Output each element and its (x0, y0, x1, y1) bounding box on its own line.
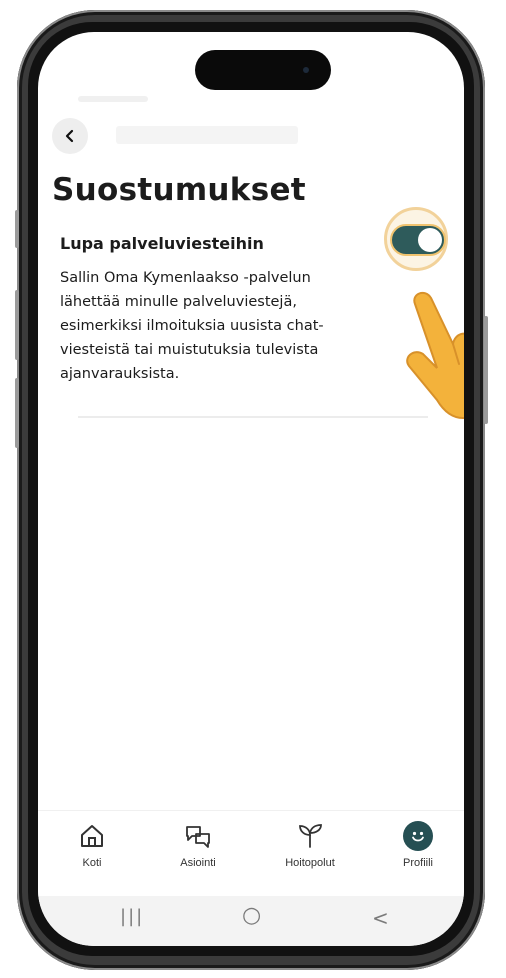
consent-description: Sallin Oma Kymenlaakso -palvelun lähettä… (60, 270, 324, 382)
volume-down-button (15, 378, 19, 448)
recents-button[interactable]: ||| (120, 906, 144, 927)
divider (78, 416, 428, 418)
nav-label-koti: Koti (82, 857, 102, 869)
service-messages-toggle[interactable] (390, 224, 446, 256)
chevron-left-icon (65, 129, 74, 143)
bottom-nav: Koti Asiointi Hoitopolut Profiili (38, 810, 464, 897)
chat-bubbles-icon (186, 826, 210, 848)
back-button[interactable] (52, 118, 88, 154)
nav-item-asiointi[interactable]: Asiointi (158, 821, 238, 869)
home-button[interactable]: ○ (242, 903, 261, 928)
nav-item-hoitopolut[interactable]: Hoitopolut (270, 821, 350, 869)
camera-icon (303, 67, 309, 73)
system-nav-bar: ||| ○ < (38, 896, 464, 946)
nav-label-asiointi: Asiointi (180, 857, 216, 869)
nav-item-koti[interactable]: Koti (52, 821, 132, 869)
nav-label-profiili: Profiili (403, 857, 433, 869)
phone-bezel: Suostumukset Lupa palveluviesteihin Sall… (28, 22, 474, 956)
consent-title: Lupa palveluviesteihin (60, 234, 264, 253)
system-back-button[interactable]: < (372, 906, 389, 930)
power-button (484, 316, 488, 424)
app-screen: Suostumukset Lupa palveluviesteihin Sall… (38, 32, 464, 946)
nav-label-hoitopolut: Hoitopolut (285, 857, 335, 869)
smiley-face (412, 831, 424, 842)
smiley-icon (403, 821, 433, 851)
sprout-icon (299, 824, 322, 848)
action-button (15, 210, 19, 248)
home-icon (81, 825, 103, 847)
faint-header-bar (78, 96, 148, 102)
header-title-placeholder (116, 126, 298, 144)
volume-up-button (15, 290, 19, 360)
dynamic-island (195, 50, 331, 90)
page-title: Suostumukset (52, 172, 306, 208)
pointing-hand-icon (406, 291, 464, 419)
toggle-knob (418, 228, 442, 252)
nav-item-profiili[interactable]: Profiili (378, 821, 458, 869)
